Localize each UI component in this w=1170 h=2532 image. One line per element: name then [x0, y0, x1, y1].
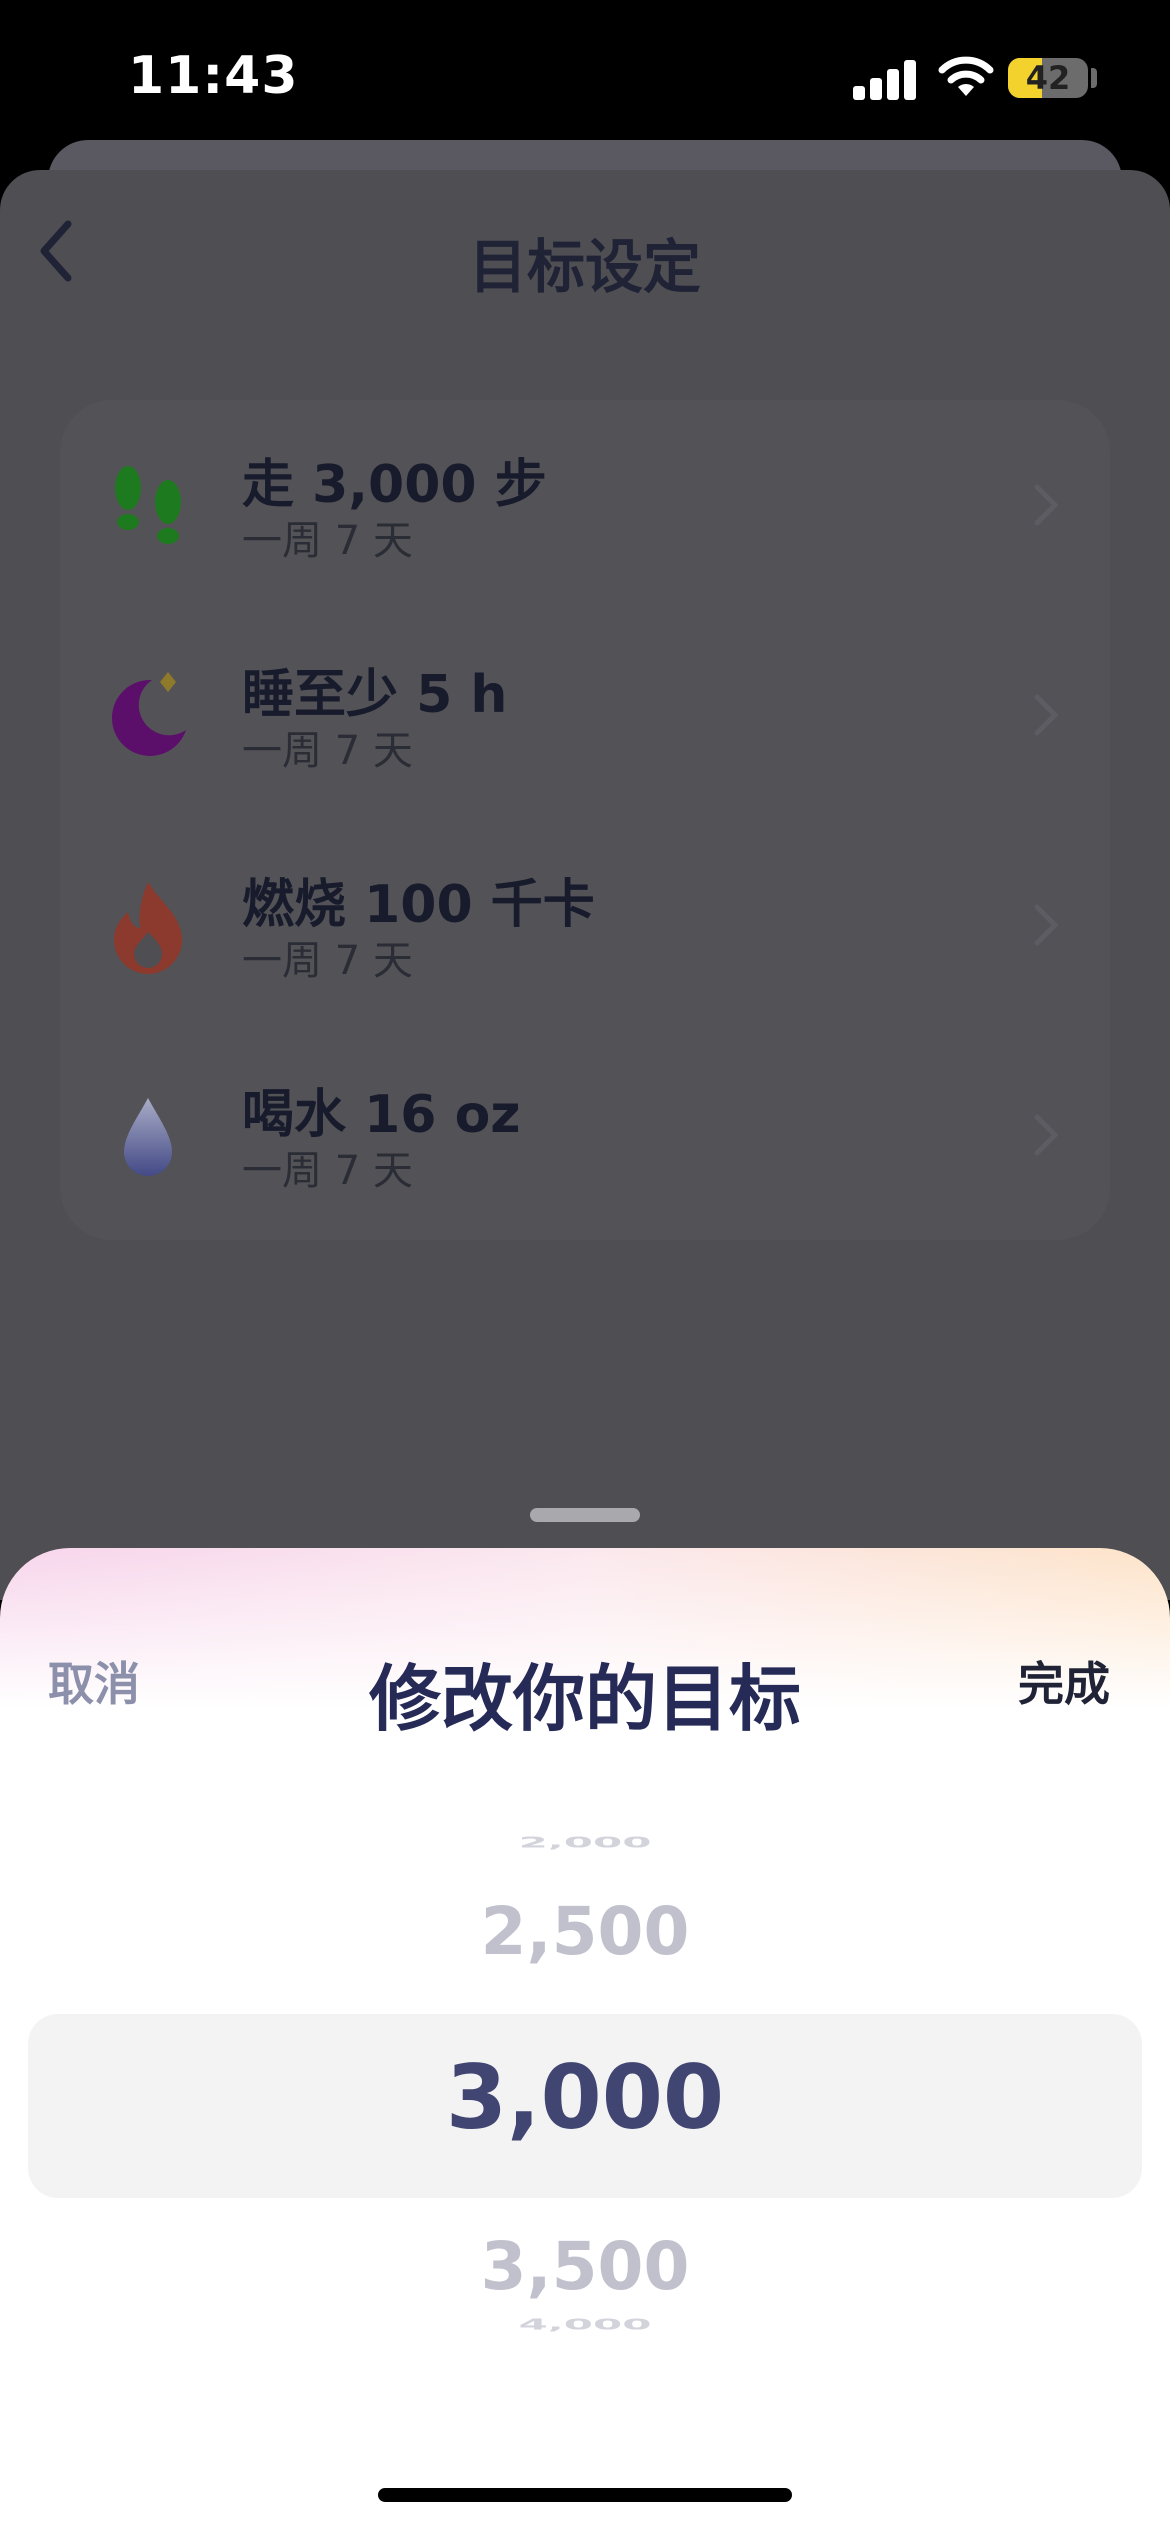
battery-tip	[1091, 68, 1097, 88]
water-drop-icon	[124, 1098, 172, 1176]
goal-title: 燃烧 100 千卡	[242, 875, 595, 935]
sheet-title: 修改你的目标	[368, 1657, 801, 1741]
done-button[interactable]: 完成	[1018, 1648, 1110, 1714]
goal-item-steps[interactable]: 走 3,000 步 一周 7 天	[60, 400, 1110, 610]
flame-icon	[114, 882, 182, 974]
picker-option[interactable]: 4,000	[0, 2316, 1170, 2333]
wifi-icon	[938, 56, 994, 96]
goal-title: 睡至少 5 h	[242, 665, 508, 725]
goal-item-water[interactable]: 喝水 16 oz 一周 7 天	[60, 1030, 1110, 1240]
chevron-right-icon	[1034, 484, 1059, 526]
picker-option[interactable]: 3,500	[0, 2228, 1170, 2305]
goal-settings-page: 目标设定 走 3,000 步 一周 7 天 睡至少 5 h 一周 7 天 燃烧 …	[0, 170, 1170, 1600]
goal-list: 走 3,000 步 一周 7 天 睡至少 5 h 一周 7 天 燃烧 100 千…	[60, 400, 1110, 1240]
picker-selected-value[interactable]: 3,000	[0, 2046, 1170, 2149]
goal-title: 走 3,000 步	[242, 455, 547, 515]
goal-subtitle: 一周 7 天	[242, 1148, 413, 1194]
goal-subtitle: 一周 7 天	[242, 938, 413, 984]
chevron-right-icon	[1034, 1114, 1059, 1156]
sheet-grabber[interactable]	[530, 1508, 640, 1522]
page-title: 目标设定	[468, 233, 701, 301]
battery-icon: 42	[1008, 58, 1088, 98]
goal-subtitle: 一周 7 天	[242, 518, 413, 564]
picker-option[interactable]: 2,500	[0, 1893, 1170, 1970]
battery-level: 42	[1025, 59, 1071, 97]
home-indicator	[378, 2488, 792, 2502]
goal-item-sleep[interactable]: 睡至少 5 h 一周 7 天	[60, 610, 1110, 820]
goal-title: 喝水 16 oz	[242, 1085, 521, 1145]
chevron-right-icon	[1034, 904, 1059, 946]
footprints-icon	[115, 466, 181, 544]
edit-goal-sheet: 取消 修改你的目标 完成 2,000 2,500 3,000 3,500 4,0…	[0, 1548, 1170, 2532]
goal-item-calories[interactable]: 燃烧 100 千卡 一周 7 天	[60, 820, 1110, 1030]
goal-subtitle: 一周 7 天	[242, 728, 413, 774]
status-bar: 11:43 42	[0, 0, 1170, 160]
picker-option[interactable]: 2,000	[0, 1834, 1170, 1851]
status-time: 11:43	[128, 46, 299, 106]
cellular-signal-icon	[853, 58, 917, 100]
chevron-right-icon	[1034, 694, 1059, 736]
moon-icon	[111, 672, 186, 756]
